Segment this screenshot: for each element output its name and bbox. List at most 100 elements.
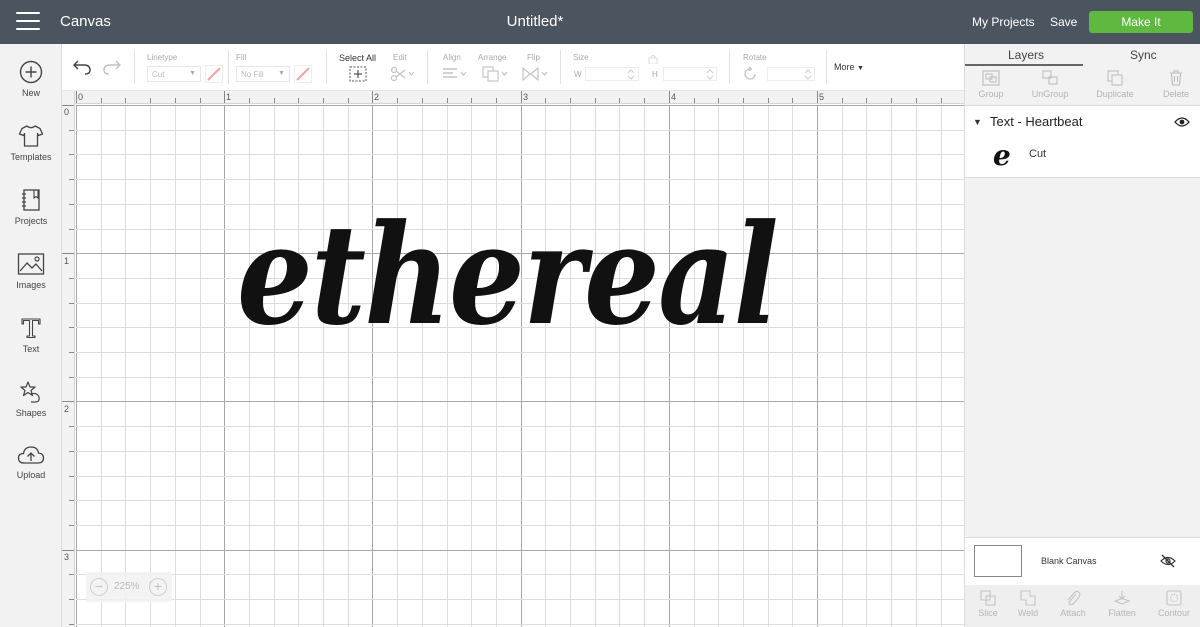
sidebar-item-label: Images bbox=[16, 280, 46, 290]
canvas-text-ethereal[interactable]: ethereal bbox=[237, 193, 779, 356]
toolbar-separator bbox=[427, 50, 428, 84]
design-canvas[interactable]: 0 1 2 3 4 5 0 1 2 3 ethereal − 225% + bbox=[62, 91, 964, 627]
fill-value: No Fill bbox=[241, 70, 264, 79]
contour-button[interactable]: Contour bbox=[1151, 589, 1197, 618]
undo-icon[interactable] bbox=[72, 58, 92, 76]
flatten-icon bbox=[1113, 591, 1131, 605]
flip-icon[interactable] bbox=[522, 66, 550, 82]
group-label: Group bbox=[978, 89, 1004, 99]
duplicate-icon bbox=[1107, 70, 1123, 86]
sidebar-item-label: Text bbox=[22, 344, 40, 354]
text-t-icon bbox=[21, 318, 41, 339]
linetype-select[interactable]: Cut ▼ bbox=[147, 66, 201, 82]
select-all-label[interactable]: Select All bbox=[339, 53, 376, 63]
rotate-label: Rotate bbox=[743, 53, 767, 62]
flip-label: Flip bbox=[527, 53, 540, 62]
sidebar-item-shapes[interactable]: Shapes bbox=[0, 380, 62, 440]
duplicate-label: Duplicate bbox=[1096, 89, 1134, 99]
path-actions: Slice Weld Attach Flatten Contour bbox=[965, 585, 1200, 627]
zoom-out-button[interactable]: − bbox=[90, 578, 108, 596]
ungroup-icon bbox=[1042, 70, 1058, 85]
slice-icon bbox=[980, 590, 996, 606]
toolbar-separator bbox=[326, 50, 327, 84]
layer-list: ▼ Text - Heartbeat e Cut bbox=[965, 106, 1200, 178]
toolbar-separator bbox=[228, 50, 229, 84]
flatten-button[interactable]: Flatten bbox=[1099, 589, 1145, 618]
zoom-control: − 225% + bbox=[86, 572, 172, 602]
delete-button[interactable]: Delete bbox=[1151, 69, 1200, 99]
rotate-stepper-icon[interactable] bbox=[803, 68, 813, 81]
delete-label: Delete bbox=[1162, 89, 1189, 99]
align-icon[interactable] bbox=[442, 67, 468, 81]
group-icon bbox=[982, 70, 1000, 86]
layer-thumbnail[interactable]: e bbox=[991, 140, 1021, 170]
weld-label: Weld bbox=[1017, 608, 1039, 618]
edit-toolbar: Linetype Cut ▼ Fill No Fill ▼ Select All… bbox=[62, 44, 964, 91]
tab-sync[interactable]: Sync bbox=[1130, 48, 1157, 62]
tab-layers[interactable]: Layers bbox=[1008, 48, 1044, 62]
sidebar-item-new[interactable]: New bbox=[0, 60, 62, 120]
eye-icon[interactable] bbox=[1174, 116, 1190, 128]
save-button[interactable]: Save bbox=[1050, 15, 1077, 29]
tshirt-icon bbox=[18, 125, 44, 147]
redo-icon[interactable] bbox=[102, 58, 122, 76]
caret-down-icon: ▼ bbox=[857, 65, 864, 72]
size-label: Size bbox=[573, 53, 589, 62]
duplicate-button[interactable]: Duplicate bbox=[1090, 69, 1140, 99]
paperclip-icon bbox=[1067, 590, 1081, 606]
chevron-down-icon: ▼ bbox=[189, 70, 196, 77]
eye-hidden-icon[interactable] bbox=[1160, 554, 1176, 568]
blank-canvas-row[interactable]: Blank Canvas bbox=[965, 537, 1200, 585]
linetype-color-swatch[interactable] bbox=[205, 65, 223, 83]
width-stepper-icon[interactable] bbox=[626, 68, 636, 81]
contour-icon bbox=[1166, 590, 1182, 606]
sidebar-item-label: Templates bbox=[10, 152, 52, 162]
panel-tabs: Layers Sync bbox=[965, 44, 1200, 66]
toolbar-separator bbox=[134, 50, 135, 84]
fill-color-swatch[interactable] bbox=[294, 65, 312, 83]
attach-label: Attach bbox=[1060, 608, 1086, 618]
flatten-label: Flatten bbox=[1108, 608, 1136, 618]
contour-label: Contour bbox=[1157, 608, 1191, 618]
make-it-button[interactable]: Make It bbox=[1089, 11, 1193, 33]
attach-button[interactable]: Attach bbox=[1050, 589, 1096, 618]
collapse-caret-icon[interactable]: ▼ bbox=[973, 117, 982, 127]
sidebar-item-templates[interactable]: Templates bbox=[0, 124, 62, 184]
more-menu[interactable]: More ▼ bbox=[834, 62, 864, 72]
layer-group-name[interactable]: Text - Heartbeat bbox=[990, 114, 1083, 129]
select-all-icon[interactable] bbox=[349, 66, 367, 82]
trash-icon bbox=[1170, 70, 1182, 86]
more-label: More bbox=[834, 62, 855, 72]
sidebar-item-text[interactable]: Text bbox=[0, 316, 62, 376]
cloud-upload-icon bbox=[17, 446, 45, 464]
sidebar-item-projects[interactable]: Projects bbox=[0, 188, 62, 248]
ungroup-button[interactable]: UnGroup bbox=[1025, 69, 1075, 99]
toolbar-separator bbox=[560, 50, 561, 84]
arrange-label: Arrange bbox=[478, 53, 507, 62]
height-stepper-icon[interactable] bbox=[705, 68, 715, 81]
height-label: H bbox=[652, 70, 658, 79]
align-label: Align bbox=[443, 53, 461, 62]
toolbar-separator bbox=[826, 50, 827, 84]
zoom-in-button[interactable]: + bbox=[149, 578, 167, 596]
arrange-icon[interactable] bbox=[482, 66, 510, 82]
canvas-color-swatch[interactable] bbox=[974, 545, 1022, 577]
layer-actions: Group UnGroup Duplicate Delete bbox=[965, 66, 1200, 106]
edit-label: Edit bbox=[393, 53, 407, 62]
plus-circle-icon bbox=[19, 60, 43, 84]
toolbar-separator bbox=[729, 50, 730, 84]
lock-icon[interactable] bbox=[647, 54, 659, 64]
document-title[interactable]: Untitled* bbox=[0, 13, 1070, 30]
my-projects-link[interactable]: My Projects bbox=[972, 15, 1035, 29]
fill-select[interactable]: No Fill ▼ bbox=[236, 66, 290, 82]
sidebar-item-images[interactable]: Images bbox=[0, 252, 62, 312]
group-button[interactable]: Group bbox=[966, 69, 1016, 99]
rotate-icon[interactable] bbox=[742, 66, 758, 82]
weld-button[interactable]: Weld bbox=[1005, 589, 1051, 618]
layer-operation[interactable]: Cut bbox=[1029, 148, 1046, 160]
sidebar-item-upload[interactable]: Upload bbox=[0, 444, 62, 504]
scissors-icon[interactable] bbox=[390, 66, 416, 82]
image-icon bbox=[17, 253, 45, 275]
text-heartbeat-object[interactable]: ethereal bbox=[62, 91, 964, 627]
layers-panel: Layers Sync Group UnGroup Duplicate Dele… bbox=[964, 44, 1200, 627]
